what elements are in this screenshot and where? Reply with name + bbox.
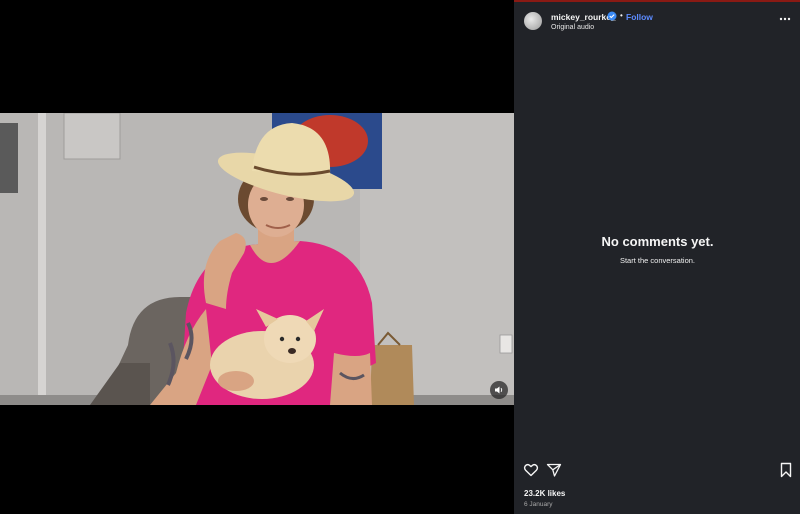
bookmark-icon[interactable]	[778, 462, 794, 478]
speaker-icon	[495, 386, 503, 394]
no-comments-title: No comments yet.	[601, 234, 714, 249]
separator-dot: •	[620, 11, 623, 20]
video-pane	[0, 0, 514, 514]
post-actions	[514, 462, 800, 482]
likes-count[interactable]: 23.2K likes	[524, 489, 565, 498]
follow-button[interactable]: Follow	[626, 12, 653, 22]
heart-icon[interactable]	[523, 462, 539, 478]
verified-badge-icon	[607, 11, 617, 21]
more-options-icon[interactable]	[778, 14, 792, 24]
avatar[interactable]	[524, 12, 542, 30]
original-audio-link[interactable]: Original audio	[551, 24, 594, 31]
paper-plane-icon[interactable]	[546, 462, 562, 478]
no-comments-subtitle: Start the conversation.	[619, 256, 696, 265]
video-frame-image	[0, 113, 514, 405]
post-date[interactable]: 6 January	[524, 501, 553, 508]
video-player[interactable]	[0, 113, 514, 405]
post-header: mickey_rourke_ • Follow Original audio	[514, 6, 800, 38]
mute-button[interactable]	[490, 381, 508, 399]
top-accent-strip	[514, 0, 800, 2]
post-side-panel: mickey_rourke_ • Follow Original audio N…	[514, 0, 800, 514]
